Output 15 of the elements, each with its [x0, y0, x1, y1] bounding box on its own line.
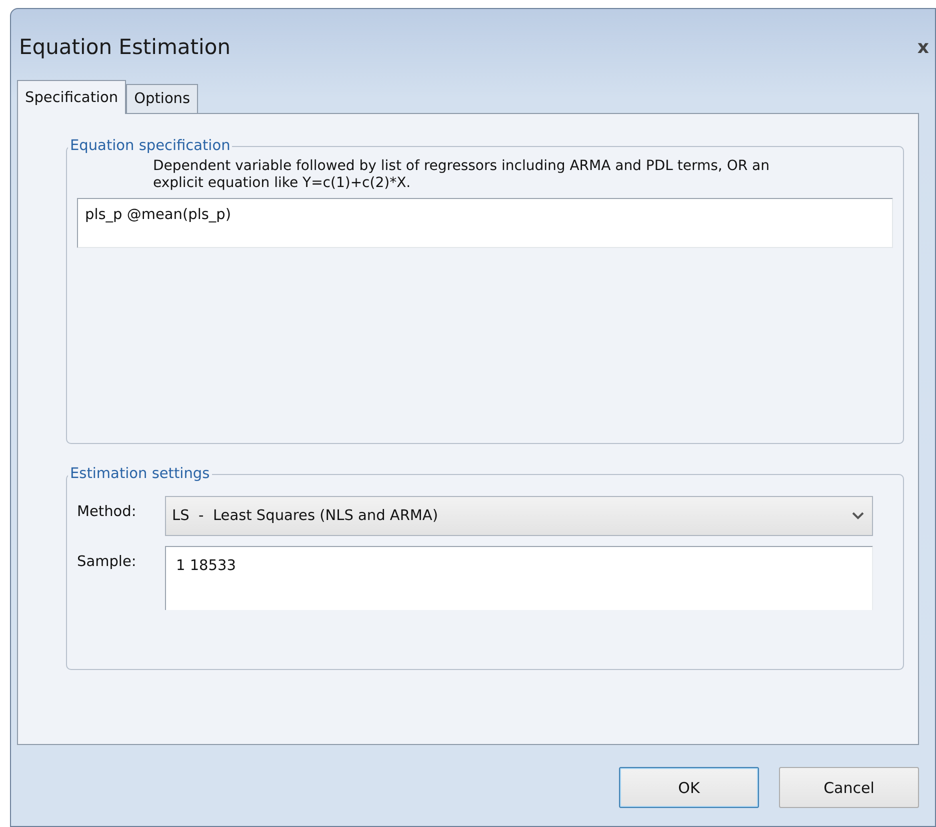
dialog-button[interactable]: OK	[619, 767, 759, 808]
method-dropdown[interactable]: LS - Least Squares (NLS and ARMA)	[165, 496, 873, 536]
close-button[interactable]: x	[917, 36, 929, 58]
tab[interactable]: Options	[126, 84, 198, 113]
field-label: Method:	[77, 503, 138, 520]
group-legend: Equation specification	[68, 138, 232, 154]
tab[interactable]: Specification	[17, 80, 126, 114]
chevron-icon	[852, 512, 864, 520]
group-legend: Estimation settings	[68, 466, 212, 482]
field-label: Sample:	[77, 553, 138, 570]
dialog-button[interactable]: Cancel	[779, 767, 919, 808]
window-title: Equation Estimation	[19, 35, 231, 59]
description-text: Dependent variable followed by list of regressors including ARMA and PDL terms, OR an explicit equation like Y=c(1)+c(2)*X.	[153, 158, 770, 192]
sample-field[interactable]: 1 18533	[165, 546, 873, 610]
equation-field[interactable]: pls_p @mean(pls_p)	[77, 198, 893, 248]
